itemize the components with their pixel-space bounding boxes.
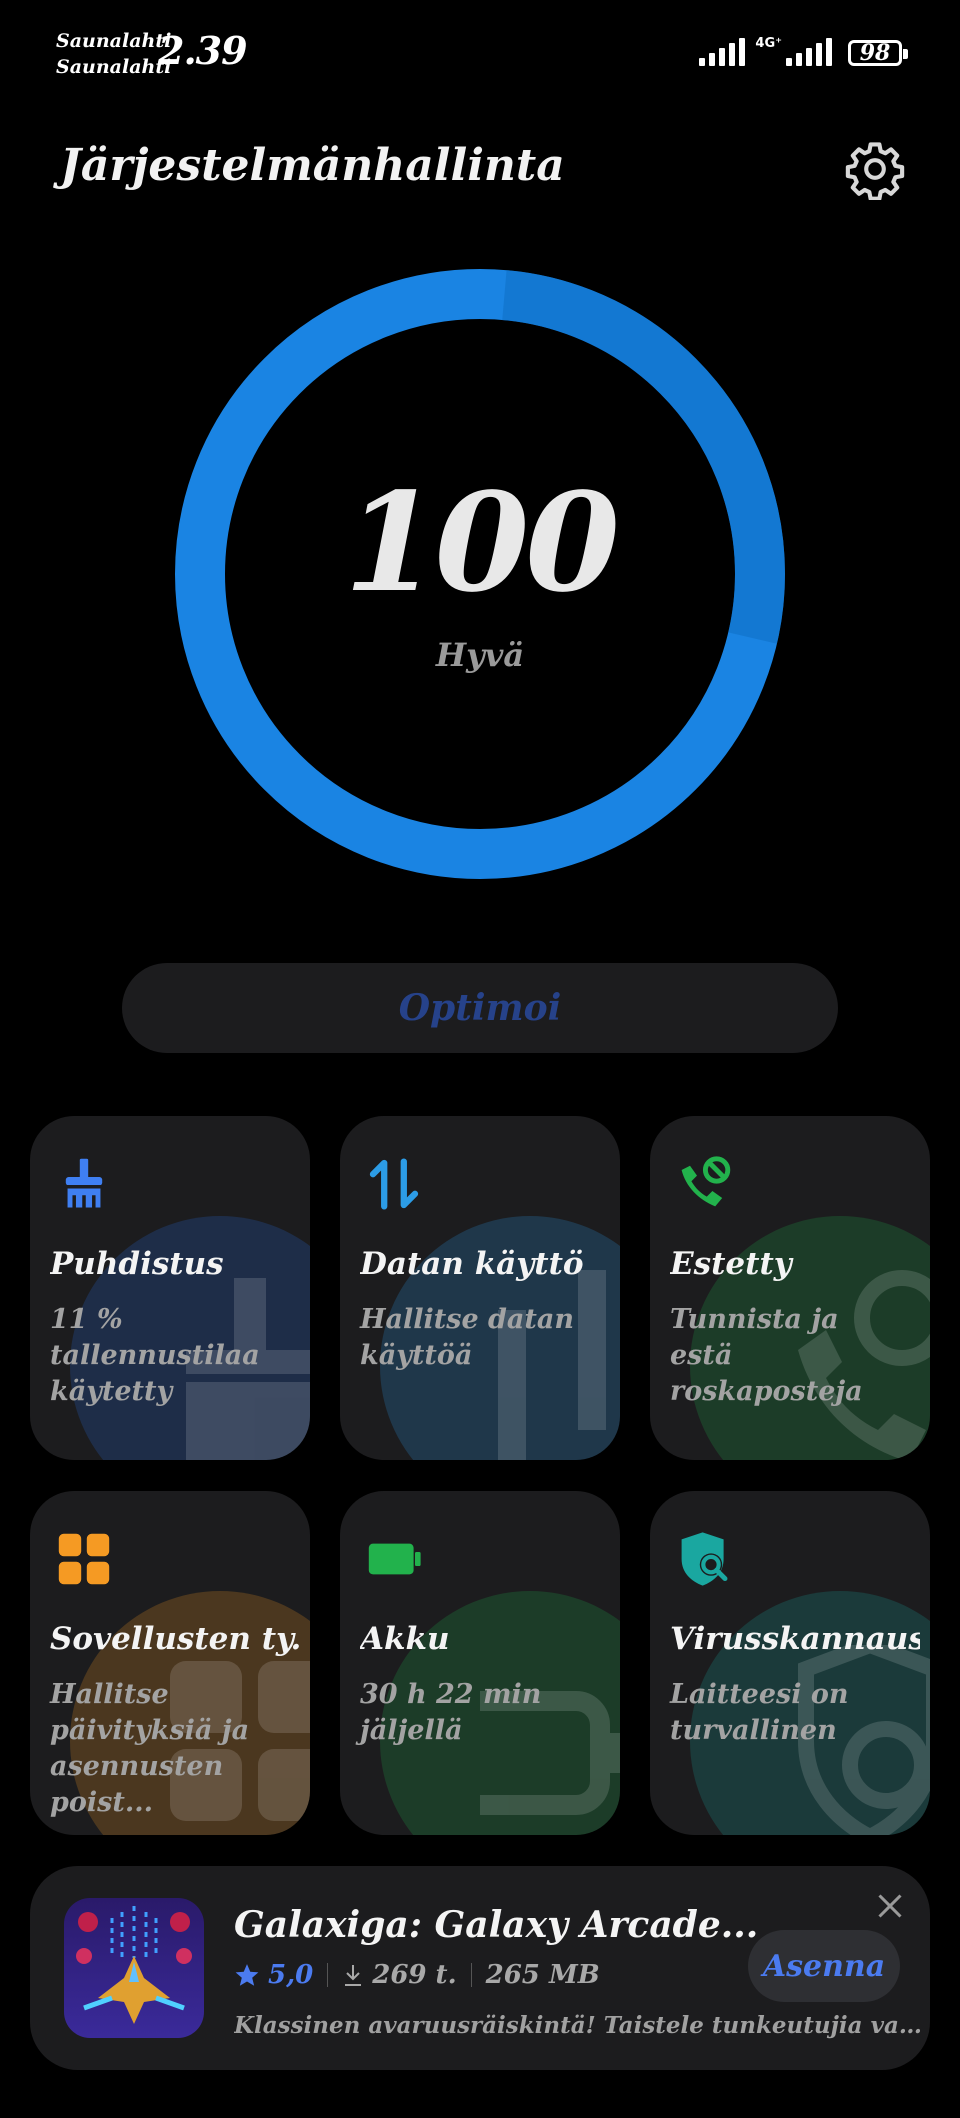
install-label: Asenna	[762, 1948, 886, 1984]
ad-rating: 5,0	[268, 1960, 314, 1990]
tile-app-updates[interactable]: Sovellusten ty... Hallitse päivityksiä j…	[30, 1491, 310, 1835]
divider	[470, 1963, 472, 1987]
tile-title: Datan käyttö	[360, 1246, 584, 1282]
download-icon	[345, 1965, 362, 1986]
blocked-call-icon	[681, 1156, 731, 1207]
tile-cleanup[interactable]: Puhdistus 11 % tallennustilaa käytetty	[30, 1116, 310, 1460]
carrier-2: Saunalahti	[56, 56, 172, 78]
tile-blocked[interactable]: Estetty Tunnista ja estä roskaposteja	[650, 1116, 930, 1460]
battery-icon	[368, 1543, 421, 1575]
page-title: Järjestelmänhallinta	[60, 140, 565, 191]
ad-description: Klassinen avaruusräiskintä! Taistele tun…	[234, 2012, 924, 2039]
tile-subtitle: Laitteesi on turvallinen	[670, 1679, 849, 1746]
tile-subtitle: 11 % tallennustilaa käytetty	[50, 1304, 260, 1407]
tile-title: Puhdistus	[50, 1246, 224, 1282]
data-arrows-icon	[369, 1158, 419, 1210]
tile-battery[interactable]: Akku 30 h 22 min jäljellä	[340, 1491, 620, 1835]
tile-title: Sovellusten ty...	[50, 1621, 300, 1657]
install-button[interactable]: Asenna	[748, 1930, 900, 2002]
ad-meta: 5,0 269 t. 265 MB	[234, 1960, 600, 1990]
shield-scan-icon	[681, 1532, 728, 1586]
signal-1-icon	[699, 36, 746, 66]
ad-downloads: 269 t.	[372, 1960, 457, 1990]
broom-icon	[64, 1158, 104, 1211]
tile-title: Virusskannaus	[670, 1621, 920, 1657]
network-type: 4G⁺	[755, 36, 782, 51]
ad-card[interactable]: Galaxiga: Galaxy Arcade... 5,0 269 t. 26…	[30, 1866, 930, 2070]
battery-indicator: 98	[848, 40, 908, 66]
status-icons: 4G⁺ 98	[699, 36, 908, 66]
tile-subtitle: Tunnista ja estä roskaposteja	[670, 1304, 863, 1407]
optimize-label: Optimoi	[398, 987, 562, 1029]
tile-virus-scan[interactable]: Virusskannaus Laitteesi on turvallinen	[650, 1491, 930, 1835]
star-icon	[235, 1964, 259, 1986]
app-icon	[64, 1898, 204, 2038]
carrier-names: Saunalahti Saunalahti	[56, 28, 171, 80]
gear-icon[interactable]	[844, 138, 906, 200]
apps-grid-icon	[58, 1533, 110, 1585]
battery-level: 98	[859, 40, 891, 66]
tile-data-usage[interactable]: Datan käyttö Hallitse datan käyttöä	[340, 1116, 620, 1460]
score-value: 100	[344, 463, 620, 623]
divider	[327, 1963, 329, 1987]
score-status: Hyvä	[435, 636, 525, 674]
tile-subtitle: Hallitse datan käyttöä	[360, 1304, 574, 1371]
status-clock: 2.39	[158, 28, 248, 73]
tile-title: Akku	[360, 1621, 450, 1657]
tile-title: Estetty	[670, 1246, 792, 1282]
optimize-button[interactable]: Optimoi	[122, 963, 838, 1053]
signal-2-icon	[786, 36, 832, 66]
tile-subtitle: 30 h 22 min jäljellä	[360, 1679, 542, 1746]
carrier-1: Saunalahti	[56, 30, 172, 52]
tile-subtitle: Hallitse päivityksiä ja asennusten poist…	[50, 1679, 250, 1818]
ad-size: 265 MB	[485, 1960, 600, 1990]
close-icon[interactable]	[872, 1888, 908, 1924]
ad-title: Galaxiga: Galaxy Arcade...	[234, 1904, 759, 1946]
